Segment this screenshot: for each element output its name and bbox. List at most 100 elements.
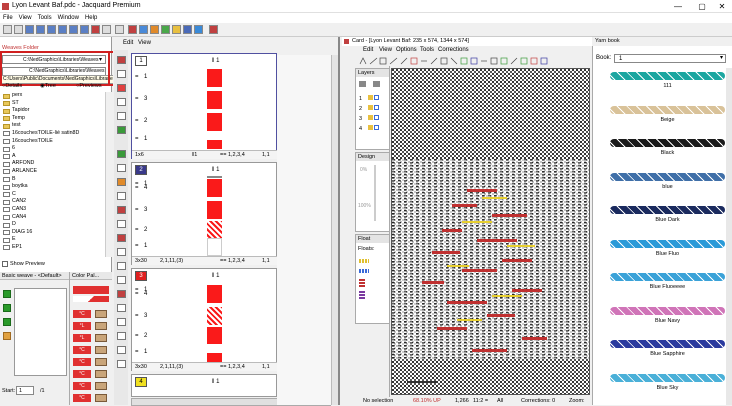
tool-icon[interactable] — [117, 150, 126, 158]
float-yellow-icon[interactable] — [359, 259, 369, 263]
tree-item[interactable]: 16couchesTOILE — [0, 138, 105, 146]
layer-row[interactable]: 2 — [359, 105, 380, 112]
tree-item[interactable]: Tapidor — [0, 107, 105, 115]
block-row[interactable]: = 3 — [132, 90, 278, 110]
layer-row[interactable]: 4 — [359, 125, 380, 132]
palette-row[interactable]: °C — [73, 346, 109, 354]
radio-previews[interactable]: ○ Previews — [76, 83, 102, 89]
tree-item[interactable]: E — [0, 236, 105, 244]
menu-edit[interactable]: Edit — [123, 40, 133, 46]
tool-icon[interactable] — [117, 248, 126, 256]
copy-icon[interactable] — [115, 25, 124, 34]
tree-item[interactable]: DIAG 16 — [0, 229, 105, 237]
middle-vertical-scrollbar[interactable] — [331, 55, 338, 405]
export-icon[interactable] — [58, 25, 67, 34]
tree-item[interactable]: ARFOND — [0, 160, 105, 168]
grid-icon[interactable] — [209, 25, 218, 34]
tool-icon[interactable] — [117, 318, 126, 326]
tool-icon[interactable] — [117, 346, 126, 354]
zoom-slider[interactable] — [374, 165, 376, 221]
yarn-swatch[interactable] — [610, 340, 725, 348]
palette-row[interactable]: °C — [73, 394, 109, 402]
show-preview-checkbox[interactable]: Show Preview — [0, 259, 112, 269]
save-icon[interactable] — [25, 25, 34, 34]
palette-row[interactable]: °C — [73, 310, 109, 318]
tool-icon[interactable] — [117, 262, 126, 270]
yarn-icon[interactable] — [161, 25, 170, 34]
yarn-swatch[interactable] — [610, 172, 725, 181]
tree-item[interactable]: CAN4 — [0, 214, 105, 222]
apply-weave-icon[interactable] — [3, 318, 11, 326]
palette-row[interactable]: °C — [73, 382, 109, 390]
tool-icon[interactable] — [117, 332, 126, 340]
tree-item[interactable]: 6 — [0, 145, 105, 153]
block-row[interactable]: = 3 — [132, 307, 278, 327]
card-menu-view[interactable]: View — [379, 47, 392, 53]
weave-block[interactable]: 1 ‖ 1 = 1 = 3 = 2 = 1 1x6 ‖ 1 == 1,2,3,4 1,1 — [131, 53, 278, 159]
print-preview-icon[interactable] — [80, 25, 89, 34]
edit-weave-icon[interactable] — [3, 304, 11, 312]
yarn-scrollbar[interactable] — [726, 68, 732, 405]
menu-window[interactable]: Window — [55, 13, 82, 23]
weave-block[interactable]: 4 ‖ 1 — [131, 374, 277, 397]
refresh-weave-icon[interactable] — [3, 332, 11, 340]
block-row[interactable]: = 4 — [132, 179, 278, 199]
layer-row[interactable]: 3 — [359, 115, 380, 122]
tree-item[interactable]: CAN3 — [0, 206, 105, 214]
globe-icon[interactable] — [194, 25, 203, 34]
tool-icon[interactable] — [117, 290, 126, 298]
folder-icon[interactable] — [172, 25, 181, 34]
yarn-swatch[interactable] — [610, 206, 725, 214]
tool-icon[interactable] — [117, 112, 126, 120]
tree-item[interactable]: CAN2 — [0, 198, 105, 206]
tool-icon[interactable] — [117, 164, 126, 172]
minimize-button[interactable]: — — [668, 0, 688, 13]
tool-icon[interactable] — [117, 84, 126, 92]
tree-item[interactable]: A — [0, 153, 105, 161]
menu-tools[interactable]: Tools — [35, 13, 55, 23]
menu-view[interactable]: View — [16, 13, 35, 23]
cut-icon[interactable] — [102, 25, 111, 34]
tree-item[interactable]: B — [0, 176, 105, 184]
tree-scrollbar[interactable] — [105, 92, 112, 257]
tool-icon[interactable] — [117, 126, 126, 134]
tool-icon[interactable] — [117, 70, 126, 78]
card-menu-corrections[interactable]: Corrections — [438, 47, 469, 53]
card-icon[interactable] — [128, 25, 137, 34]
card-grid-canvas[interactable] — [392, 69, 589, 394]
maximize-button[interactable]: ▢ — [692, 0, 712, 13]
palette-row[interactable]: °L — [73, 322, 109, 330]
yarn-swatch[interactable] — [610, 306, 725, 315]
tool-icon[interactable] — [117, 56, 126, 64]
layers-icon[interactable] — [183, 25, 192, 34]
tool-icon[interactable] — [117, 304, 126, 312]
yarn-swatch[interactable] — [610, 373, 725, 382]
close-button[interactable]: ✕ — [712, 0, 732, 13]
block-row[interactable]: = 1 — [132, 343, 278, 363]
tool-icon[interactable] — [117, 206, 126, 214]
block-row[interactable]: = 4 — [132, 285, 278, 305]
card-menu-edit[interactable]: Edit — [363, 47, 373, 53]
tool-icon[interactable] — [117, 360, 126, 368]
print-icon[interactable] — [69, 25, 78, 34]
float-blue-icon[interactable] — [359, 269, 369, 273]
add-weave-icon[interactable] — [3, 290, 11, 298]
chevron-down-icon[interactable]: ▾ — [720, 54, 723, 61]
card-toolbar-icons[interactable] — [355, 56, 592, 66]
save-all-icon[interactable] — [36, 25, 45, 34]
tree-item[interactable]: ARLANCE — [0, 168, 105, 176]
save-as-icon[interactable] — [47, 25, 56, 34]
tree-item[interactable]: C — [0, 191, 105, 199]
weave-icon[interactable] — [91, 25, 100, 34]
palette-row[interactable]: °C — [73, 358, 109, 366]
yarn-swatch[interactable] — [610, 72, 725, 80]
radio-details[interactable]: ○ Details — [2, 83, 22, 89]
palette-row[interactable]: °L — [73, 334, 109, 342]
weave-block[interactable]: 2 ‖ 1 = 1 = 4 = 3 = 2 = 1 3x30 2,1,11,(3) == … — [131, 162, 278, 265]
show-preview-box[interactable] — [2, 261, 8, 267]
palette-current-color[interactable] — [73, 286, 109, 294]
tree-item[interactable]: D — [0, 221, 105, 229]
card-grid[interactable] — [391, 68, 590, 395]
yarn-swatch[interactable] — [610, 273, 725, 281]
block-row[interactable]: = 3 — [132, 201, 278, 221]
